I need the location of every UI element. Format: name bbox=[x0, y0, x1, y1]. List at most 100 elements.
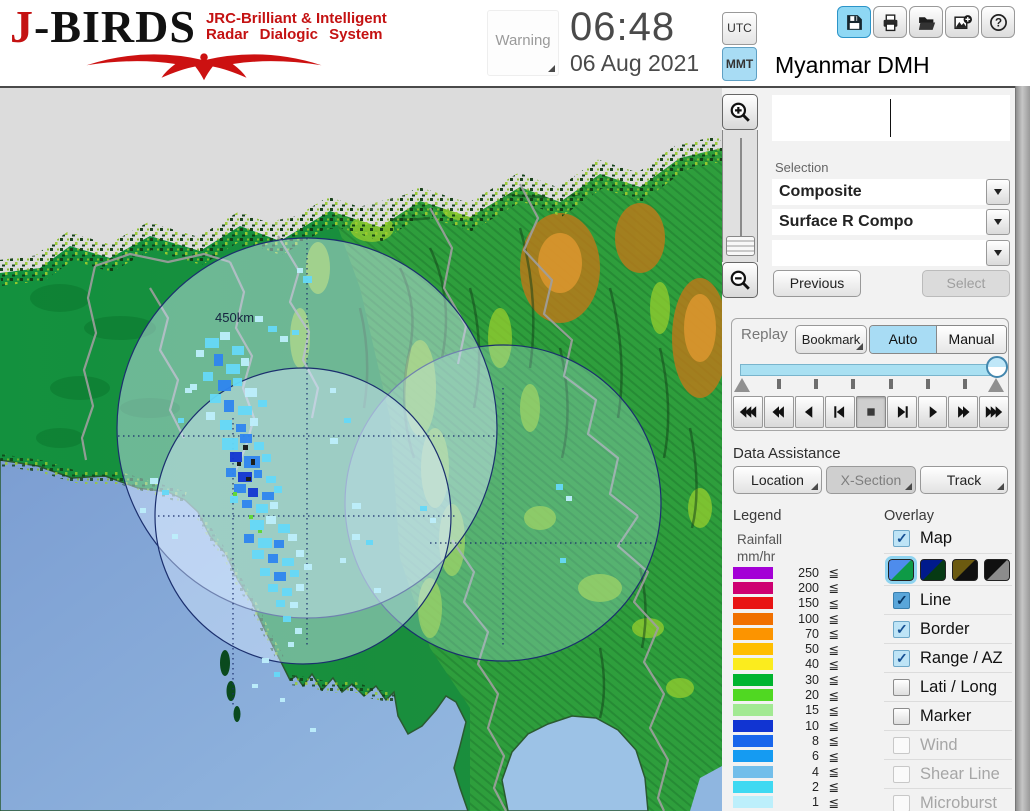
mmt-button[interactable]: MMT bbox=[722, 47, 757, 81]
radar-map-viewport[interactable]: 450km bbox=[0, 88, 728, 811]
map-style-swatch-2[interactable] bbox=[920, 558, 946, 581]
replay-slider-handle[interactable] bbox=[986, 356, 1008, 378]
legend-value: 2 bbox=[812, 779, 819, 794]
radar-map[interactable]: 450km bbox=[0, 88, 728, 811]
map-style-swatch-1[interactable] bbox=[885, 555, 917, 584]
legend-value: 200 bbox=[798, 580, 819, 595]
shear-line-checkbox[interactable] bbox=[893, 765, 910, 783]
play-reverse-button[interactable] bbox=[794, 396, 825, 428]
grip-icon bbox=[856, 343, 863, 350]
overlay-row-wind[interactable]: Wind bbox=[884, 730, 1012, 759]
manual-button[interactable]: Manual bbox=[937, 326, 1006, 353]
overlay-row-range-az[interactable]: Range / AZ bbox=[884, 643, 1012, 672]
overlay-row-line[interactable]: Line bbox=[884, 585, 1012, 614]
legend-swatch bbox=[733, 796, 773, 809]
microburst-checkbox[interactable] bbox=[893, 794, 910, 811]
overlay-row-microburst[interactable]: Microburst bbox=[884, 788, 1012, 811]
zoom-slider-handle[interactable] bbox=[726, 236, 755, 256]
map-style-swatch-4[interactable] bbox=[984, 558, 1010, 581]
fast-rewind-button[interactable] bbox=[763, 396, 794, 428]
legend-row: 2 ≦ bbox=[733, 779, 845, 794]
fast-forward-button[interactable] bbox=[948, 396, 979, 428]
previous-button[interactable]: Previous bbox=[773, 270, 861, 297]
step-forward-button[interactable] bbox=[886, 396, 917, 428]
warning-button[interactable]: Warning bbox=[487, 10, 559, 76]
zoom-in-icon bbox=[730, 102, 750, 122]
replay-label: Replay bbox=[741, 326, 788, 343]
track-button[interactable]: Track bbox=[920, 466, 1008, 494]
select-button[interactable]: Select bbox=[922, 270, 1010, 297]
overlay-row-border[interactable]: Border bbox=[884, 614, 1012, 643]
overlay-list: Map Line Border Range / AZ Lati / Long M… bbox=[884, 524, 1012, 811]
zoom-slider[interactable] bbox=[722, 130, 758, 262]
border-checkbox[interactable] bbox=[893, 620, 910, 638]
clock-date: 06 Aug 2021 bbox=[570, 50, 700, 76]
legend-value: 20 bbox=[805, 688, 819, 703]
legend-swatch bbox=[733, 581, 773, 594]
legend-row: 15 ≦ bbox=[733, 703, 845, 718]
location-button[interactable]: Location bbox=[733, 466, 822, 494]
zoom-out-button[interactable] bbox=[722, 262, 758, 298]
print-button[interactable] bbox=[873, 6, 907, 38]
play-button[interactable] bbox=[917, 396, 948, 428]
open-folder-button[interactable] bbox=[909, 6, 943, 38]
legend-value: 6 bbox=[812, 749, 819, 764]
product-option-dropdown-button[interactable] bbox=[986, 240, 1010, 266]
range-start-marker[interactable] bbox=[734, 378, 750, 392]
product-name-dropdown-button[interactable] bbox=[986, 209, 1010, 235]
utc-button[interactable]: UTC bbox=[722, 12, 757, 45]
overlay-label: Overlay bbox=[884, 508, 934, 524]
range-end-marker[interactable] bbox=[988, 378, 1004, 392]
legend-row: 8 ≦ bbox=[733, 733, 845, 748]
xsection-button[interactable]: X-Section bbox=[826, 466, 916, 494]
range-ring-label: 450km bbox=[215, 310, 254, 325]
svg-text:?: ? bbox=[994, 16, 1001, 29]
legend-leq: ≦ bbox=[828, 734, 839, 749]
add-image-icon bbox=[953, 14, 972, 29]
lati-long-checkbox[interactable] bbox=[893, 678, 910, 696]
map-checkbox[interactable] bbox=[893, 530, 910, 547]
range-az-checkbox[interactable] bbox=[893, 649, 910, 667]
legend-label: Legend bbox=[733, 508, 782, 524]
legend-row: 4 ≦ bbox=[733, 764, 845, 779]
auto-button[interactable]: Auto bbox=[870, 326, 937, 353]
fast-forward-3-icon bbox=[985, 406, 1003, 418]
legend-swatch bbox=[733, 780, 773, 793]
save-button[interactable] bbox=[837, 6, 871, 38]
replay-progress-track[interactable] bbox=[740, 364, 998, 376]
product-type-dropdown[interactable]: Composite bbox=[772, 179, 986, 205]
legend-value: 70 bbox=[805, 626, 819, 641]
legend-leq: ≦ bbox=[828, 642, 839, 657]
grip-icon bbox=[905, 483, 912, 490]
map-style-swatch-3[interactable] bbox=[952, 558, 978, 581]
overlay-row-shear-line[interactable]: Shear Line bbox=[884, 759, 1012, 788]
stop-button[interactable] bbox=[856, 396, 886, 428]
add-image-button[interactable] bbox=[945, 6, 979, 38]
legend-leq: ≦ bbox=[828, 795, 839, 810]
step-back-button[interactable] bbox=[825, 396, 856, 428]
line-checkbox[interactable] bbox=[893, 591, 910, 609]
help-button[interactable]: ? bbox=[981, 6, 1015, 38]
product-type-dropdown-button[interactable] bbox=[986, 179, 1010, 205]
legend-swatch bbox=[733, 566, 773, 579]
window-edge-strip[interactable] bbox=[1015, 0, 1030, 811]
product-name-dropdown[interactable]: Surface R Compo bbox=[772, 209, 986, 235]
legend-leq: ≦ bbox=[828, 627, 839, 642]
overlay-row-marker[interactable]: Marker bbox=[884, 701, 1012, 730]
print-icon bbox=[883, 13, 897, 31]
legend-row: 250 ≦ bbox=[733, 565, 845, 580]
overlay-row-map[interactable]: Map bbox=[884, 524, 1012, 553]
bookmark-button[interactable]: Bookmark bbox=[795, 325, 867, 354]
marker-checkbox[interactable] bbox=[893, 707, 910, 725]
wind-checkbox[interactable] bbox=[893, 736, 910, 754]
zoom-in-button[interactable] bbox=[722, 94, 758, 130]
overlay-row-lati-long[interactable]: Lati / Long bbox=[884, 672, 1012, 701]
stop-icon bbox=[867, 408, 875, 416]
fast-rewind-3-button[interactable] bbox=[733, 396, 763, 428]
legend-leq: ≦ bbox=[828, 688, 839, 703]
clock-time: 06:48 bbox=[570, 5, 676, 49]
legend-row: 100 ≦ bbox=[733, 611, 845, 626]
replay-panel: Replay Bookmark Auto Manual bbox=[731, 318, 1010, 431]
product-option-dropdown[interactable] bbox=[772, 240, 986, 266]
fast-forward-3-button[interactable] bbox=[979, 396, 1010, 428]
